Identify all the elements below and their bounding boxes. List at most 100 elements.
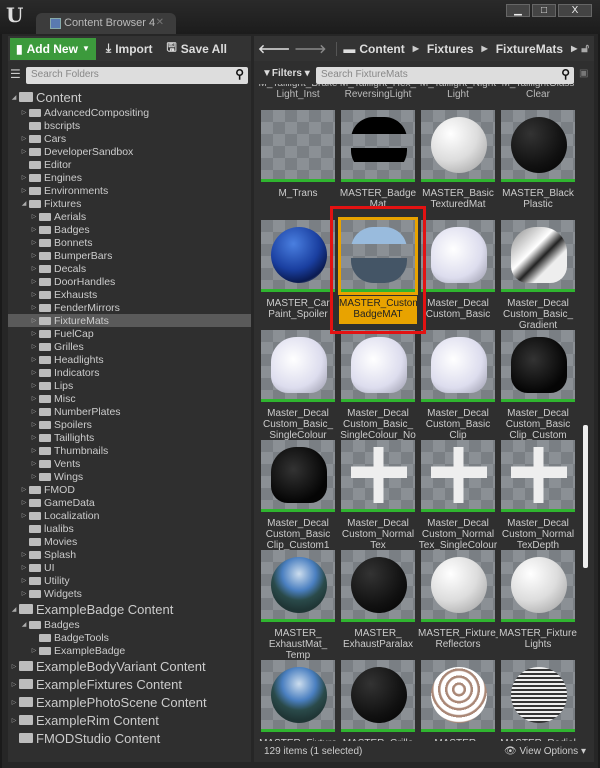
- tree-item[interactable]: ◢ Badges: [8, 618, 251, 631]
- collapsed-arrow-icon[interactable]: ▷: [30, 408, 38, 415]
- collapsed-arrow-icon[interactable]: ▷: [30, 421, 38, 428]
- asset-tile[interactable]: M_Trans: [258, 110, 338, 220]
- tree-item[interactable]: ▷ Bonnets: [8, 236, 251, 249]
- tree-item[interactable]: ◢ Fixtures: [8, 197, 251, 210]
- asset-tile[interactable]: Master_Decal Custom_Normal Tex_SingleCol…: [418, 440, 498, 550]
- collapsed-arrow-icon[interactable]: ▷: [30, 460, 38, 467]
- asset-tile[interactable]: Master_Decal Custom_Normal Tex: [338, 440, 418, 550]
- tree-item[interactable]: ▷ Decals: [8, 262, 251, 275]
- asset-tile[interactable]: Master_Decal Custom_Basic Clip: [418, 330, 498, 440]
- collapsed-arrow-icon[interactable]: ▷: [20, 109, 28, 116]
- asset-tile[interactable]: Master_Decal Custom_Basic_ SingleColour_…: [338, 330, 418, 440]
- asset-tile[interactable]: Master_Decal Custom_Normal TexDepth: [498, 440, 578, 550]
- collapsed-arrow-icon[interactable]: ▷: [20, 486, 28, 493]
- tree-item[interactable]: ▷ Aerials: [8, 210, 251, 223]
- collapsed-arrow-icon[interactable]: ▷: [10, 681, 18, 688]
- tree-item[interactable]: ◢ ExampleBadge Content: [8, 600, 251, 618]
- tree-item[interactable]: ▷ Localization: [8, 509, 251, 522]
- collapsed-arrow-icon[interactable]: ▷: [30, 395, 38, 402]
- save-search-icon[interactable]: ▣: [579, 68, 588, 79]
- tree-item[interactable]: ▷ GameData: [8, 496, 251, 509]
- collapsed-arrow-icon[interactable]: ▷: [20, 499, 28, 506]
- tree-item[interactable]: ▷ Splash: [8, 548, 251, 561]
- tree-item[interactable]: ▷ Badges: [8, 223, 251, 236]
- view-options-button[interactable]: 👁 View Options ▾: [504, 746, 586, 757]
- collapsed-arrow-icon[interactable]: ▷: [30, 239, 38, 246]
- tree-item[interactable]: Movies: [8, 535, 251, 548]
- asset-tile[interactable]: MASTER_ ExhaustParalax: [338, 550, 418, 660]
- tree-item[interactable]: FMODStudio Content: [8, 729, 251, 747]
- collapsed-arrow-icon[interactable]: ▷: [20, 512, 28, 519]
- collapsed-arrow-icon[interactable]: ▷: [10, 663, 18, 670]
- collapsed-arrow-icon[interactable]: ▷: [20, 174, 28, 181]
- collapsed-arrow-icon[interactable]: ▷: [30, 265, 38, 272]
- close-button[interactable]: X: [558, 4, 592, 17]
- asset-tile[interactable]: MASTER_Black Plastic: [498, 110, 578, 220]
- tree-item[interactable]: ▷ AdvancedCompositing: [8, 106, 251, 119]
- collapsed-arrow-icon[interactable]: ▷: [20, 187, 28, 194]
- asset-label[interactable]: M_Taillight_Brake Light_Inst: [258, 84, 338, 100]
- tree-item[interactable]: ▷ ExampleBadge: [8, 644, 251, 657]
- tree-item[interactable]: ▷ DeveloperSandbox: [8, 145, 251, 158]
- search-folders-input[interactable]: Search Folders ⚲: [26, 67, 248, 84]
- tree-toggle-icon[interactable]: ☰: [10, 67, 21, 81]
- tree-item[interactable]: ▷ FenderMirrors: [8, 301, 251, 314]
- collapsed-arrow-icon[interactable]: ▷: [30, 278, 38, 285]
- asset-tile[interactable]: Master_Decal Custom_Basic_ Gradient: [498, 220, 578, 330]
- collapsed-arrow-icon[interactable]: ▷: [20, 148, 28, 155]
- asset-tile[interactable]: MASTER_: [418, 660, 498, 741]
- asset-tile[interactable]: MASTER_Fixture: [258, 660, 338, 741]
- asset-tile[interactable]: MASTER_ ExhaustMat_ Temp: [258, 550, 338, 660]
- tree-item[interactable]: ▷ ExamplePhotoScene Content: [8, 693, 251, 711]
- tree-item[interactable]: ▷ FMOD: [8, 483, 251, 496]
- collapsed-arrow-icon[interactable]: ▷: [30, 317, 38, 324]
- breadcrumb-separator-icon[interactable]: ▶: [413, 44, 419, 53]
- asset-tile[interactable]: Master_Decal Custom_Basic Clip_Custom: [498, 330, 578, 440]
- import-button[interactable]: ⤓ Import: [102, 38, 157, 60]
- tree-item[interactable]: BadgeTools: [8, 631, 251, 644]
- asset-label[interactable]: M_Taillight_Hex_ ReversingLight: [338, 84, 418, 100]
- tree-item[interactable]: ▷ BumperBars: [8, 249, 251, 262]
- asset-tile[interactable]: MASTER_Basic TexturedMat: [418, 110, 498, 220]
- breadcrumb-content[interactable]: Content: [359, 42, 404, 56]
- breadcrumb-fixturemats[interactable]: FixtureMats: [496, 42, 563, 56]
- collapsed-arrow-icon[interactable]: ▷: [20, 564, 28, 571]
- breadcrumb-separator-icon[interactable]: ▶: [571, 44, 577, 53]
- tab-close-icon[interactable]: ✕: [156, 17, 164, 28]
- tree-item[interactable]: ▷ NumberPlates: [8, 405, 251, 418]
- collapsed-arrow-icon[interactable]: ▷: [10, 717, 18, 724]
- tree-item[interactable]: ▷ ExampleFixtures Content: [8, 675, 251, 693]
- tree-item[interactable]: ▷ Headlights: [8, 353, 251, 366]
- tree-item[interactable]: ▷ Utility: [8, 574, 251, 587]
- collapsed-arrow-icon[interactable]: ▷: [20, 577, 28, 584]
- add-new-button[interactable]: ▮ Add New ▼: [10, 37, 96, 60]
- collapsed-arrow-icon[interactable]: ▷: [30, 382, 38, 389]
- tree-item[interactable]: ▷ Indicators: [8, 366, 251, 379]
- tree-item[interactable]: ▷ Misc: [8, 392, 251, 405]
- tree-item[interactable]: ▷ FuelCap: [8, 327, 251, 340]
- filters-button[interactable]: ▼Filters ▾: [262, 68, 310, 79]
- tree-item[interactable]: ▷ FixtureMats: [8, 314, 251, 327]
- forward-arrow-icon[interactable]: 🡒: [294, 41, 326, 56]
- collapsed-arrow-icon[interactable]: ▷: [30, 213, 38, 220]
- asset-tile[interactable]: MASTER_Fixture Lights: [498, 550, 578, 660]
- collapsed-arrow-icon[interactable]: ▷: [30, 252, 38, 259]
- asset-tile[interactable]: MASTER_Car Paint_Spoiler: [258, 220, 338, 330]
- asset-label[interactable]: M_Taillight_Night Light: [418, 84, 498, 100]
- collapsed-arrow-icon[interactable]: ▷: [30, 226, 38, 233]
- collapsed-arrow-icon[interactable]: ▷: [30, 369, 38, 376]
- tree-item[interactable]: ▷ ExampleRim Content: [8, 711, 251, 729]
- expanded-arrow-icon[interactable]: ◢: [20, 621, 28, 628]
- asset-tile[interactable]: MASTER_Radial: [498, 660, 578, 741]
- expanded-arrow-icon[interactable]: ◢: [20, 200, 28, 207]
- asset-tile[interactable]: Master_Decal Custom_Basic_ SingleColour: [258, 330, 338, 440]
- tree-item[interactable]: ▷ ExampleBodyVariant Content: [8, 657, 251, 675]
- asset-tile[interactable]: MASTER_Fixture_ Reflectors: [418, 550, 498, 660]
- collapsed-arrow-icon[interactable]: ▷: [30, 291, 38, 298]
- save-all-button[interactable]: 🖫 Save All: [163, 38, 231, 60]
- asset-tile[interactable]: MASTER_Grille: [338, 660, 418, 741]
- collapsed-arrow-icon[interactable]: ▷: [10, 699, 18, 706]
- tree-item[interactable]: ▷ Spoilers: [8, 418, 251, 431]
- asset-tile[interactable]: Master_Decal Custom_Basic Clip_Custom1: [258, 440, 338, 550]
- collapsed-arrow-icon[interactable]: ▷: [20, 135, 28, 142]
